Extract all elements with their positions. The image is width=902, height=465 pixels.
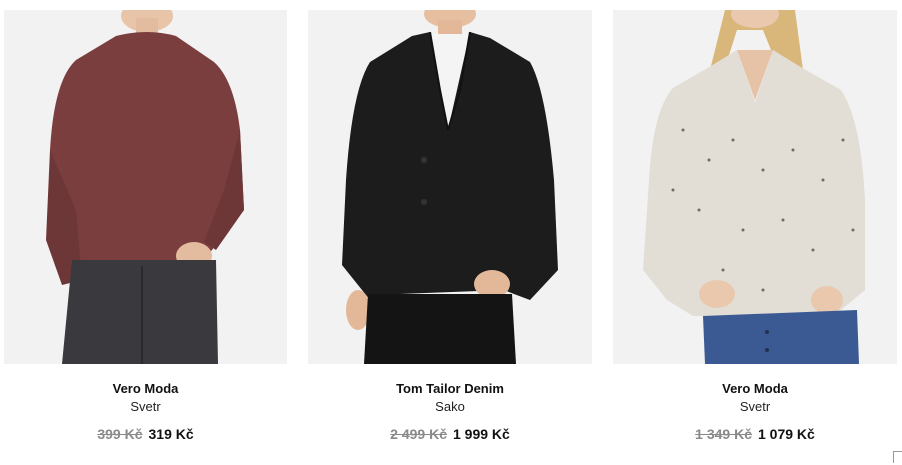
price-block: 399 Kč 319 Kč — [4, 425, 287, 443]
product-type: Svetr — [739, 399, 771, 414]
original-price: 399 Kč — [97, 426, 143, 442]
product-brand[interactable]: Tom Tailor Denim — [308, 381, 592, 397]
original-price: 1 349 Kč — [695, 426, 752, 442]
product-brand[interactable]: Vero Moda — [613, 381, 897, 397]
sale-price: 1 079 Kč — [758, 426, 815, 442]
product-image-black-blazer[interactable] — [308, 10, 592, 364]
product-grid: Vero Moda Svetr 399 Kč 319 Kč Tom Tailor… — [0, 0, 902, 465]
product-type: Sako — [435, 399, 465, 414]
product-image-cream-sweater[interactable] — [613, 10, 897, 364]
product-card[interactable]: Vero Moda Svetr 399 Kč 319 Kč — [4, 10, 287, 450]
resize-corner-icon — [893, 451, 902, 463]
product-brand[interactable]: Vero Moda — [4, 381, 287, 397]
product-image-maroon-sweater[interactable] — [4, 10, 287, 364]
product-type: Svetr — [130, 399, 161, 414]
price-block: 2 499 Kč 1 999 Kč — [308, 425, 592, 443]
product-card[interactable]: Tom Tailor Denim Sako 2 499 Kč 1 999 Kč — [308, 10, 592, 450]
sale-price: 319 Kč — [148, 426, 194, 442]
product-card[interactable]: Vero Moda Svetr 1 349 Kč 1 079 Kč — [613, 10, 897, 450]
original-price: 2 499 Kč — [390, 426, 447, 442]
sale-price: 1 999 Kč — [453, 426, 510, 442]
price-block: 1 349 Kč 1 079 Kč — [613, 425, 897, 443]
